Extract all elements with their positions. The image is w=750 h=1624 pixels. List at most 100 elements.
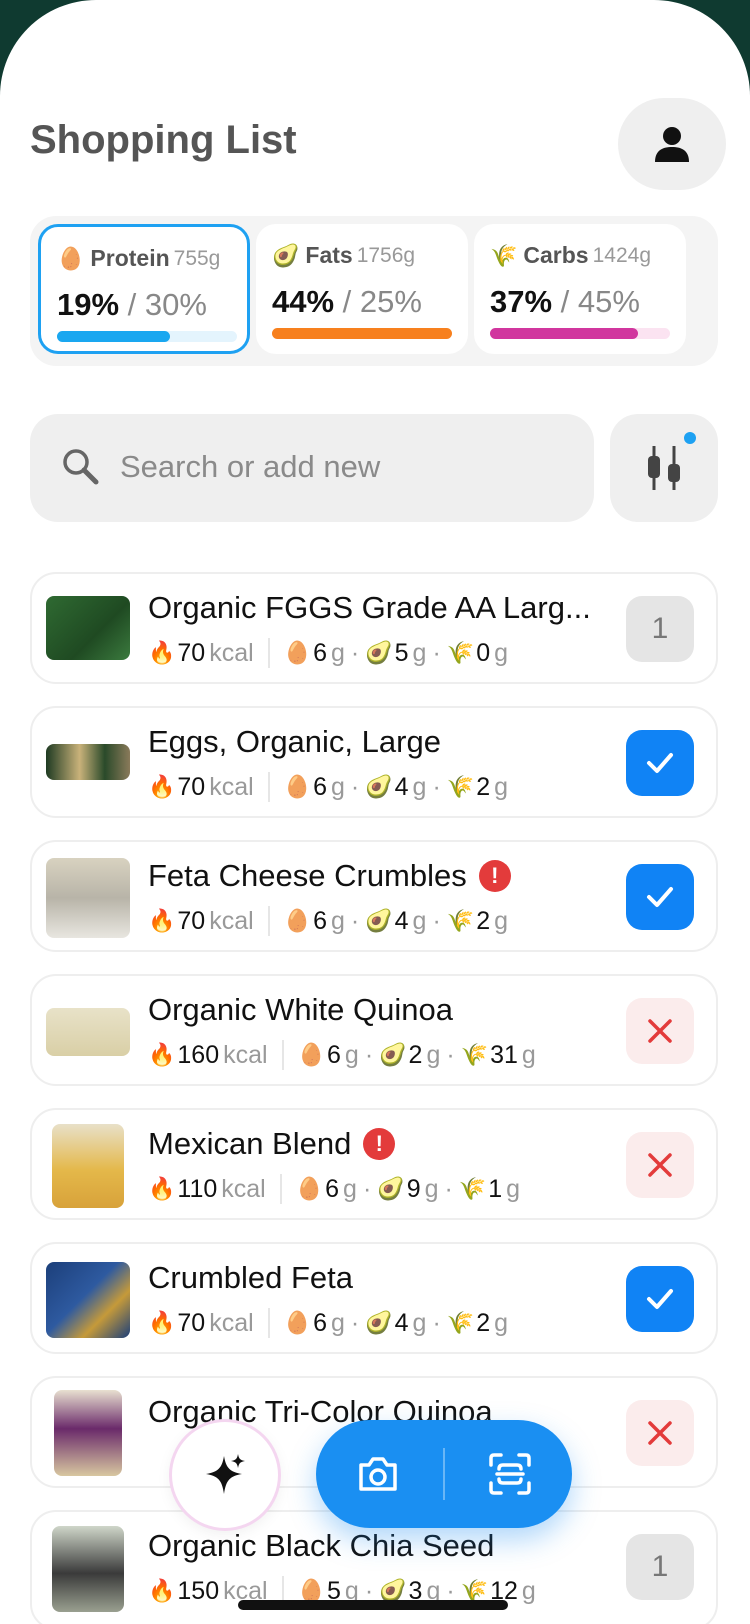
scan-button[interactable] — [480, 1444, 540, 1504]
flame-icon: 🔥 — [148, 1310, 176, 1335]
wheat-icon: 🌾 — [446, 640, 475, 665]
product-image — [46, 858, 130, 938]
egg-icon: 🥚 — [283, 1310, 312, 1335]
quantity-badge[interactable]: 1 — [626, 596, 694, 662]
macro-progress-bar — [57, 331, 237, 342]
product-image — [46, 596, 130, 660]
search-bar — [30, 414, 594, 522]
macro-grams: 1424g — [592, 243, 652, 267]
item-name: Feta Cheese Crumbles — [148, 858, 467, 893]
quantity-badge[interactable]: 1 — [626, 1534, 694, 1600]
checked-checkbox[interactable] — [626, 730, 694, 796]
toolbar-divider — [443, 1448, 445, 1500]
list-item[interactable]: Organic FGGS Grade AA Larg... 🔥 70 kcal 🥚 6… — [30, 572, 718, 684]
egg-icon: 🥚 — [297, 1042, 325, 1067]
wheat-icon: 🌾 — [446, 908, 475, 933]
egg-icon: 🥚 — [295, 1176, 324, 1201]
wheat-icon: 🌾 — [446, 1310, 475, 1335]
product-image — [52, 1526, 124, 1612]
egg-icon: 🥚 — [283, 908, 312, 933]
list-item[interactable]: Organic White Quinoa 🔥 160 kcal 🥚 6 g · 🥑 2 g · … — [30, 974, 718, 1086]
macro-current: 37% — [490, 284, 553, 319]
macro-name: Fats — [305, 242, 353, 268]
remove-button[interactable] — [626, 1400, 694, 1466]
profile-button[interactable] — [618, 98, 726, 190]
camera-icon — [359, 1457, 397, 1491]
list-item[interactable]: Crumbled Feta 🔥 70 kcal 🥚 6 g · 🥑 4 g · 🌾 2 g — [30, 1242, 718, 1354]
macro-name: Carbs — [523, 242, 589, 268]
remove-button[interactable] — [626, 998, 694, 1064]
list-item[interactable]: Mexican Blend! 🔥 110 kcal 🥚 6 g · 🥑 9 g · 🌾 1 g — [30, 1108, 718, 1220]
checked-checkbox[interactable] — [626, 1266, 694, 1332]
checked-checkbox[interactable] — [626, 864, 694, 930]
product-image — [46, 1008, 130, 1056]
item-nutrition: 🔥 70 kcal 🥚 6 g · 🥑 5 g · 🌾 0 g — [148, 638, 508, 668]
macro-target: 30% — [144, 287, 207, 322]
macro-card-fats[interactable]: 🥑 Fats 1756g 44% / 25% — [256, 224, 468, 354]
checkmark-icon — [647, 1289, 673, 1309]
macro-target: 25% — [359, 284, 422, 319]
item-name: Organic Black Chia Seed — [148, 1528, 495, 1563]
sliders-icon — [648, 446, 680, 490]
item-nutrition: 🔥 70 kcal 🥚 6 g · 🥑 4 g · 🌾 2 g — [148, 906, 508, 936]
item-name: Crumbled Feta — [148, 1260, 354, 1295]
filter-button[interactable] — [610, 414, 718, 522]
flame-icon: 🔥 — [148, 1578, 176, 1603]
warning-icon[interactable]: ! — [478, 860, 511, 892]
remove-button[interactable] — [626, 1132, 694, 1198]
avocado-icon: 🥑 — [272, 242, 300, 268]
item-name: Organic White Quinoa — [148, 992, 453, 1027]
avocado-icon: 🥑 — [365, 1310, 393, 1335]
egg-icon: 🥚 — [283, 640, 312, 665]
checkmark-icon — [647, 887, 673, 907]
egg-icon: 🥚 — [57, 245, 85, 271]
barcode-scan-icon — [489, 1453, 531, 1495]
macro-card-protein[interactable]: 🥚 Protein 755g 19% / 30% — [38, 224, 250, 354]
screen: Shopping List 🥚 Protein 755g 19% / 30% 🥑 Fa… — [0, 0, 750, 1624]
macro-grams: 1756g — [356, 243, 416, 267]
search-icon — [63, 449, 99, 485]
avocado-icon: 🥑 — [379, 1042, 407, 1067]
sparkles-icon — [206, 1454, 245, 1494]
macro-summary: 🥚 Protein 755g 19% / 30% 🥑 Fats 1756g 44% / … — [30, 216, 718, 366]
product-image — [46, 1262, 130, 1338]
product-image — [52, 1124, 124, 1208]
item-name: Mexican Blend — [148, 1126, 352, 1161]
macro-progress-bar — [490, 328, 670, 339]
page-title: Shopping List — [30, 118, 297, 162]
avocado-icon: 🥑 — [365, 908, 393, 933]
item-nutrition: 🔥 160 kcal 🥚 6 g · 🥑 2 g · 🌾 31 g — [148, 1040, 536, 1070]
ai-assistant-button[interactable] — [172, 1422, 278, 1528]
macro-grams: 755g — [173, 246, 221, 270]
macro-current: 44% — [272, 284, 335, 319]
capture-toolbar — [316, 1420, 572, 1528]
item-nutrition: 🔥 70 kcal 🥚 6 g · 🥑 4 g · 🌾 2 g — [148, 772, 508, 802]
flame-icon: 🔥 — [148, 640, 176, 665]
avocado-icon: 🥑 — [365, 640, 393, 665]
macro-target: 45% — [577, 284, 640, 319]
macro-name: Protein — [90, 245, 170, 271]
list-item[interactable]: Feta Cheese Crumbles! 🔥 70 kcal 🥚 6 g · 🥑 4 g · … — [30, 840, 718, 952]
filter-active-dot — [684, 432, 696, 444]
user-icon — [655, 127, 689, 162]
flame-icon: 🔥 — [148, 1176, 176, 1201]
close-icon — [648, 1153, 672, 1177]
item-nutrition: 🔥 70 kcal 🥚 6 g · 🥑 4 g · 🌾 2 g — [148, 1308, 508, 1338]
warning-icon[interactable]: ! — [363, 1128, 396, 1160]
list-item[interactable]: Eggs, Organic, Large 🔥 70 kcal 🥚 6 g · 🥑 4 g · 🌾… — [30, 706, 718, 818]
item-name: Organic FGGS Grade AA Larg... — [148, 590, 591, 625]
wheat-icon: 🌾 — [460, 1042, 489, 1067]
item-nutrition: 🔥 110 kcal 🥚 6 g · 🥑 9 g · 🌾 1 g — [148, 1174, 521, 1204]
product-image — [46, 744, 130, 780]
item-name: Eggs, Organic, Large — [148, 724, 441, 759]
camera-button[interactable] — [348, 1444, 408, 1504]
close-icon — [648, 1421, 672, 1445]
flame-icon: 🔥 — [148, 908, 176, 933]
flame-icon: 🔥 — [148, 1042, 176, 1067]
close-icon — [648, 1019, 672, 1043]
avocado-icon: 🥑 — [365, 774, 393, 799]
wheat-icon: 🌾 — [446, 774, 475, 799]
macro-card-carbs[interactable]: 🌾 Carbs 1424g 37% / 45% — [474, 224, 686, 354]
home-indicator[interactable] — [238, 1600, 508, 1610]
search-input[interactable] — [118, 448, 562, 486]
